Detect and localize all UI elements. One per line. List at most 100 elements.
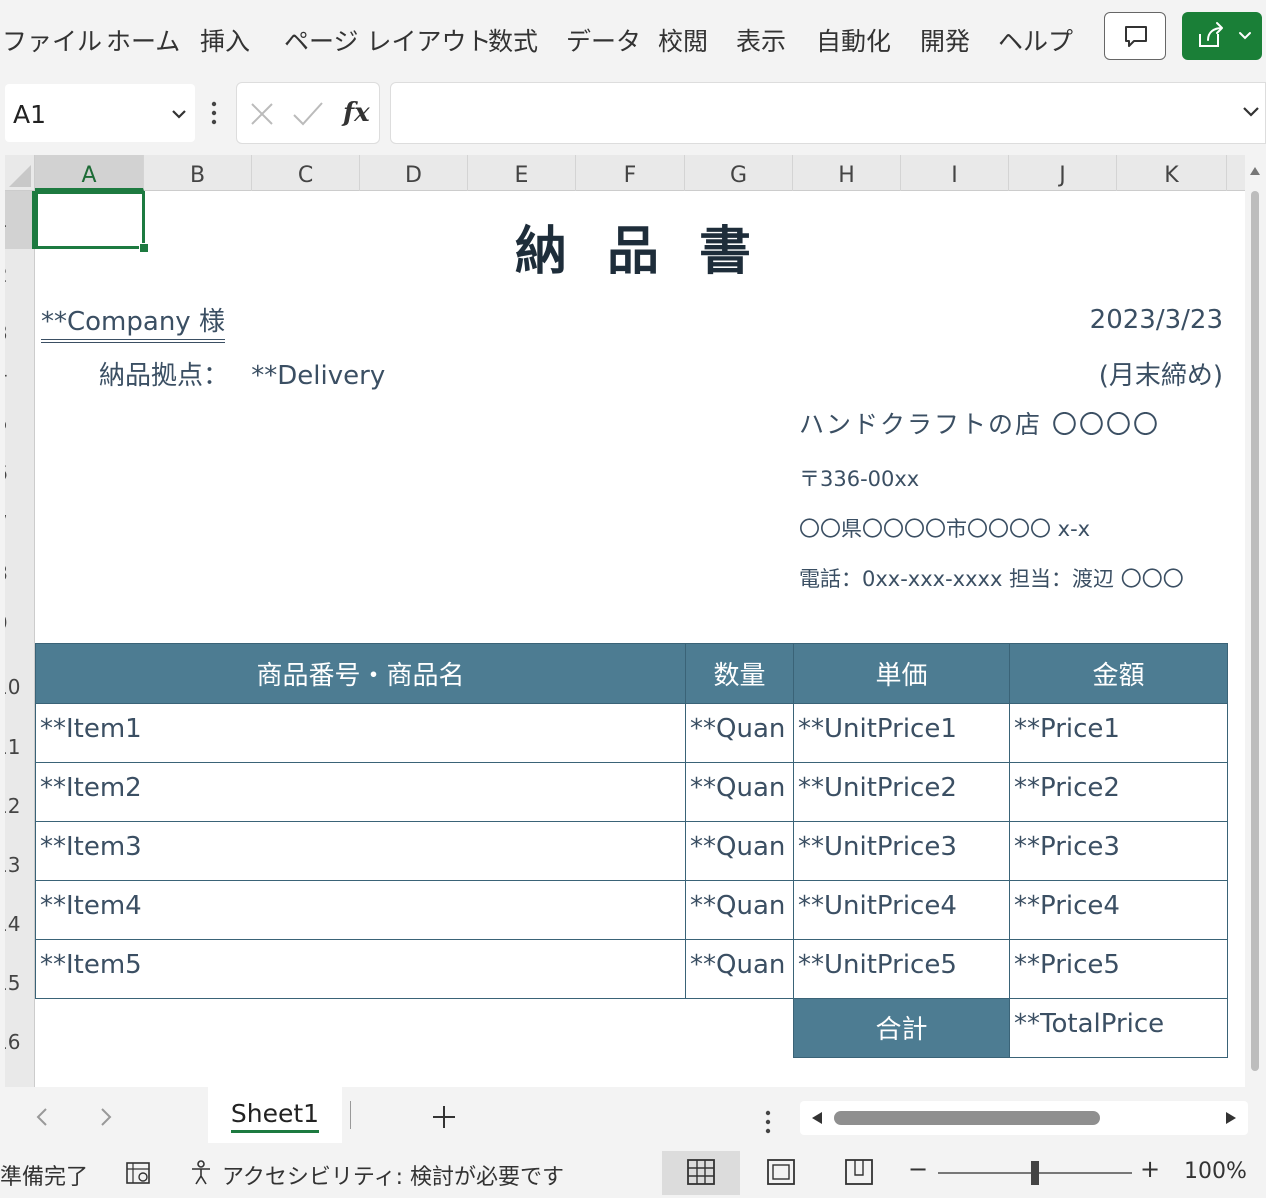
column-header-b[interactable]: B: [144, 155, 252, 191]
accessibility-status[interactable]: アクセシビリティ: 検討が必要です: [222, 1159, 564, 1191]
scroll-right-icon[interactable]: [1224, 1110, 1238, 1126]
quantity-cell[interactable]: **Quan: [685, 703, 794, 763]
item-cell[interactable]: **Item3: [35, 821, 686, 881]
horizontal-scrollbar[interactable]: [800, 1101, 1248, 1135]
tab-home[interactable]: ホーム: [106, 22, 180, 58]
zoom-level[interactable]: 100%: [1184, 1159, 1247, 1184]
price-cell[interactable]: **Price2: [1009, 762, 1228, 822]
row-header-2[interactable]: 2: [5, 263, 35, 287]
row-header-14[interactable]: 14: [5, 912, 35, 936]
header-amount[interactable]: 金額: [1009, 643, 1228, 704]
header-item[interactable]: 商品番号・商品名: [35, 643, 686, 704]
price-cell[interactable]: **Price5: [1009, 939, 1228, 999]
row-header-15[interactable]: 15: [5, 971, 35, 995]
tab-automate[interactable]: 自動化: [816, 22, 891, 58]
row-header-7[interactable]: 7: [5, 511, 35, 535]
item-cell[interactable]: **Item1: [35, 703, 686, 763]
column-header-e[interactable]: E: [468, 155, 576, 191]
price-cell[interactable]: **Price3: [1009, 821, 1228, 881]
blank-cell[interactable]: [686, 999, 794, 1058]
item-cell[interactable]: **Item4: [35, 880, 686, 940]
tab-developer[interactable]: 開発: [920, 22, 970, 58]
tab-page-layout[interactable]: ページ レイアウト: [284, 22, 491, 58]
item-cell[interactable]: **Item5: [35, 939, 686, 999]
zoom-in-button[interactable]: +: [1140, 1155, 1160, 1183]
row-header-13[interactable]: 13: [5, 853, 35, 877]
quantity-cell[interactable]: **Quan: [685, 880, 794, 940]
column-header-i[interactable]: I: [901, 155, 1009, 191]
unit-price-cell[interactable]: **UnitPrice5: [793, 939, 1010, 999]
row-header-3[interactable]: 3: [5, 321, 35, 345]
price-cell[interactable]: **Price1: [1009, 703, 1228, 763]
accessibility-icon[interactable]: [188, 1159, 218, 1187]
active-cell-a1[interactable]: [35, 191, 145, 249]
item-cell[interactable]: **Item2: [35, 762, 686, 822]
scroll-up-icon[interactable]: [1249, 165, 1261, 177]
view-page-layout-button[interactable]: [742, 1151, 820, 1195]
unit-price-cell[interactable]: **UnitPrice3: [793, 821, 1010, 881]
blank-cell[interactable]: [36, 999, 686, 1058]
sheet-content[interactable]: 納品書 **Company 様 納品拠点： **Delivery 2023/3/…: [35, 191, 1245, 1087]
chevron-left-icon[interactable]: [32, 1105, 52, 1129]
row-header-11[interactable]: 11: [5, 735, 35, 759]
tab-help[interactable]: ヘルプ: [998, 22, 1073, 58]
quantity-cell[interactable]: **Quan: [685, 939, 794, 999]
tab-file[interactable]: ファイル: [2, 22, 102, 58]
view-normal-button[interactable]: [662, 1151, 740, 1195]
row-header-6[interactable]: 6: [5, 461, 35, 485]
header-quantity[interactable]: 数量: [685, 643, 794, 704]
price-cell[interactable]: **Price4: [1009, 880, 1228, 940]
formula-input[interactable]: [390, 82, 1266, 144]
tab-review[interactable]: 校閲: [658, 22, 708, 58]
row-header-16[interactable]: 16: [5, 1030, 35, 1054]
horizontal-scroll-thumb[interactable]: [834, 1111, 1100, 1125]
chevron-down-icon[interactable]: [169, 104, 189, 124]
row-header-4[interactable]: 4: [5, 361, 35, 385]
row-header-1[interactable]: 1: [5, 191, 35, 249]
vertical-scrollbar[interactable]: [1245, 155, 1266, 1087]
column-header-a[interactable]: A: [35, 155, 144, 191]
view-page-break-button[interactable]: [820, 1151, 898, 1195]
confirm-icon[interactable]: [291, 99, 325, 129]
tab-formulas[interactable]: 数式: [488, 22, 538, 58]
select-all-corner[interactable]: [5, 155, 35, 191]
column-header-g[interactable]: G: [685, 155, 793, 191]
unit-price-cell[interactable]: **UnitPrice4: [793, 880, 1010, 940]
column-header-j[interactable]: J: [1009, 155, 1117, 191]
quantity-cell[interactable]: **Quan: [685, 762, 794, 822]
chevron-right-icon[interactable]: [96, 1105, 116, 1129]
row-header-9[interactable]: 9: [5, 611, 35, 635]
cell-mode-icon[interactable]: [124, 1159, 154, 1187]
unit-price-cell[interactable]: **UnitPrice1: [793, 703, 1010, 763]
total-value[interactable]: **TotalPrice: [1009, 998, 1228, 1058]
cancel-icon[interactable]: [247, 99, 277, 129]
tab-data[interactable]: データ: [566, 22, 641, 58]
fill-handle[interactable]: [139, 243, 149, 253]
name-box[interactable]: A1: [5, 84, 195, 142]
row-header-10[interactable]: 10: [5, 675, 35, 699]
header-unit-price[interactable]: 単価: [793, 643, 1010, 704]
quantity-cell[interactable]: **Quan: [685, 821, 794, 881]
chevron-down-icon[interactable]: [1240, 100, 1262, 122]
column-header-k[interactable]: K: [1117, 155, 1227, 191]
sheet-tab-sheet1[interactable]: Sheet1: [208, 1087, 342, 1143]
tab-insert[interactable]: 挿入: [200, 22, 250, 58]
add-sheet-icon[interactable]: [430, 1103, 458, 1131]
row-header-12[interactable]: 12: [5, 794, 35, 818]
scroll-left-icon[interactable]: [810, 1110, 824, 1126]
unit-price-cell[interactable]: **UnitPrice2: [793, 762, 1010, 822]
row-header-5[interactable]: 5: [5, 411, 35, 435]
column-header-f[interactable]: F: [576, 155, 685, 191]
total-label[interactable]: 合計: [793, 998, 1010, 1058]
insert-function-icon[interactable]: fx: [341, 95, 375, 131]
more-options-icon[interactable]: [760, 1107, 776, 1137]
vertical-scroll-thumb[interactable]: [1251, 191, 1259, 1071]
row-header-8[interactable]: 8: [5, 561, 35, 585]
column-header-c[interactable]: C: [252, 155, 360, 191]
share-button[interactable]: [1182, 12, 1262, 60]
zoom-out-button[interactable]: −: [908, 1155, 928, 1183]
column-header-h[interactable]: H: [793, 155, 901, 191]
tab-view[interactable]: 表示: [736, 22, 786, 58]
column-header-d[interactable]: D: [360, 155, 468, 191]
zoom-slider-thumb[interactable]: [1031, 1161, 1039, 1185]
